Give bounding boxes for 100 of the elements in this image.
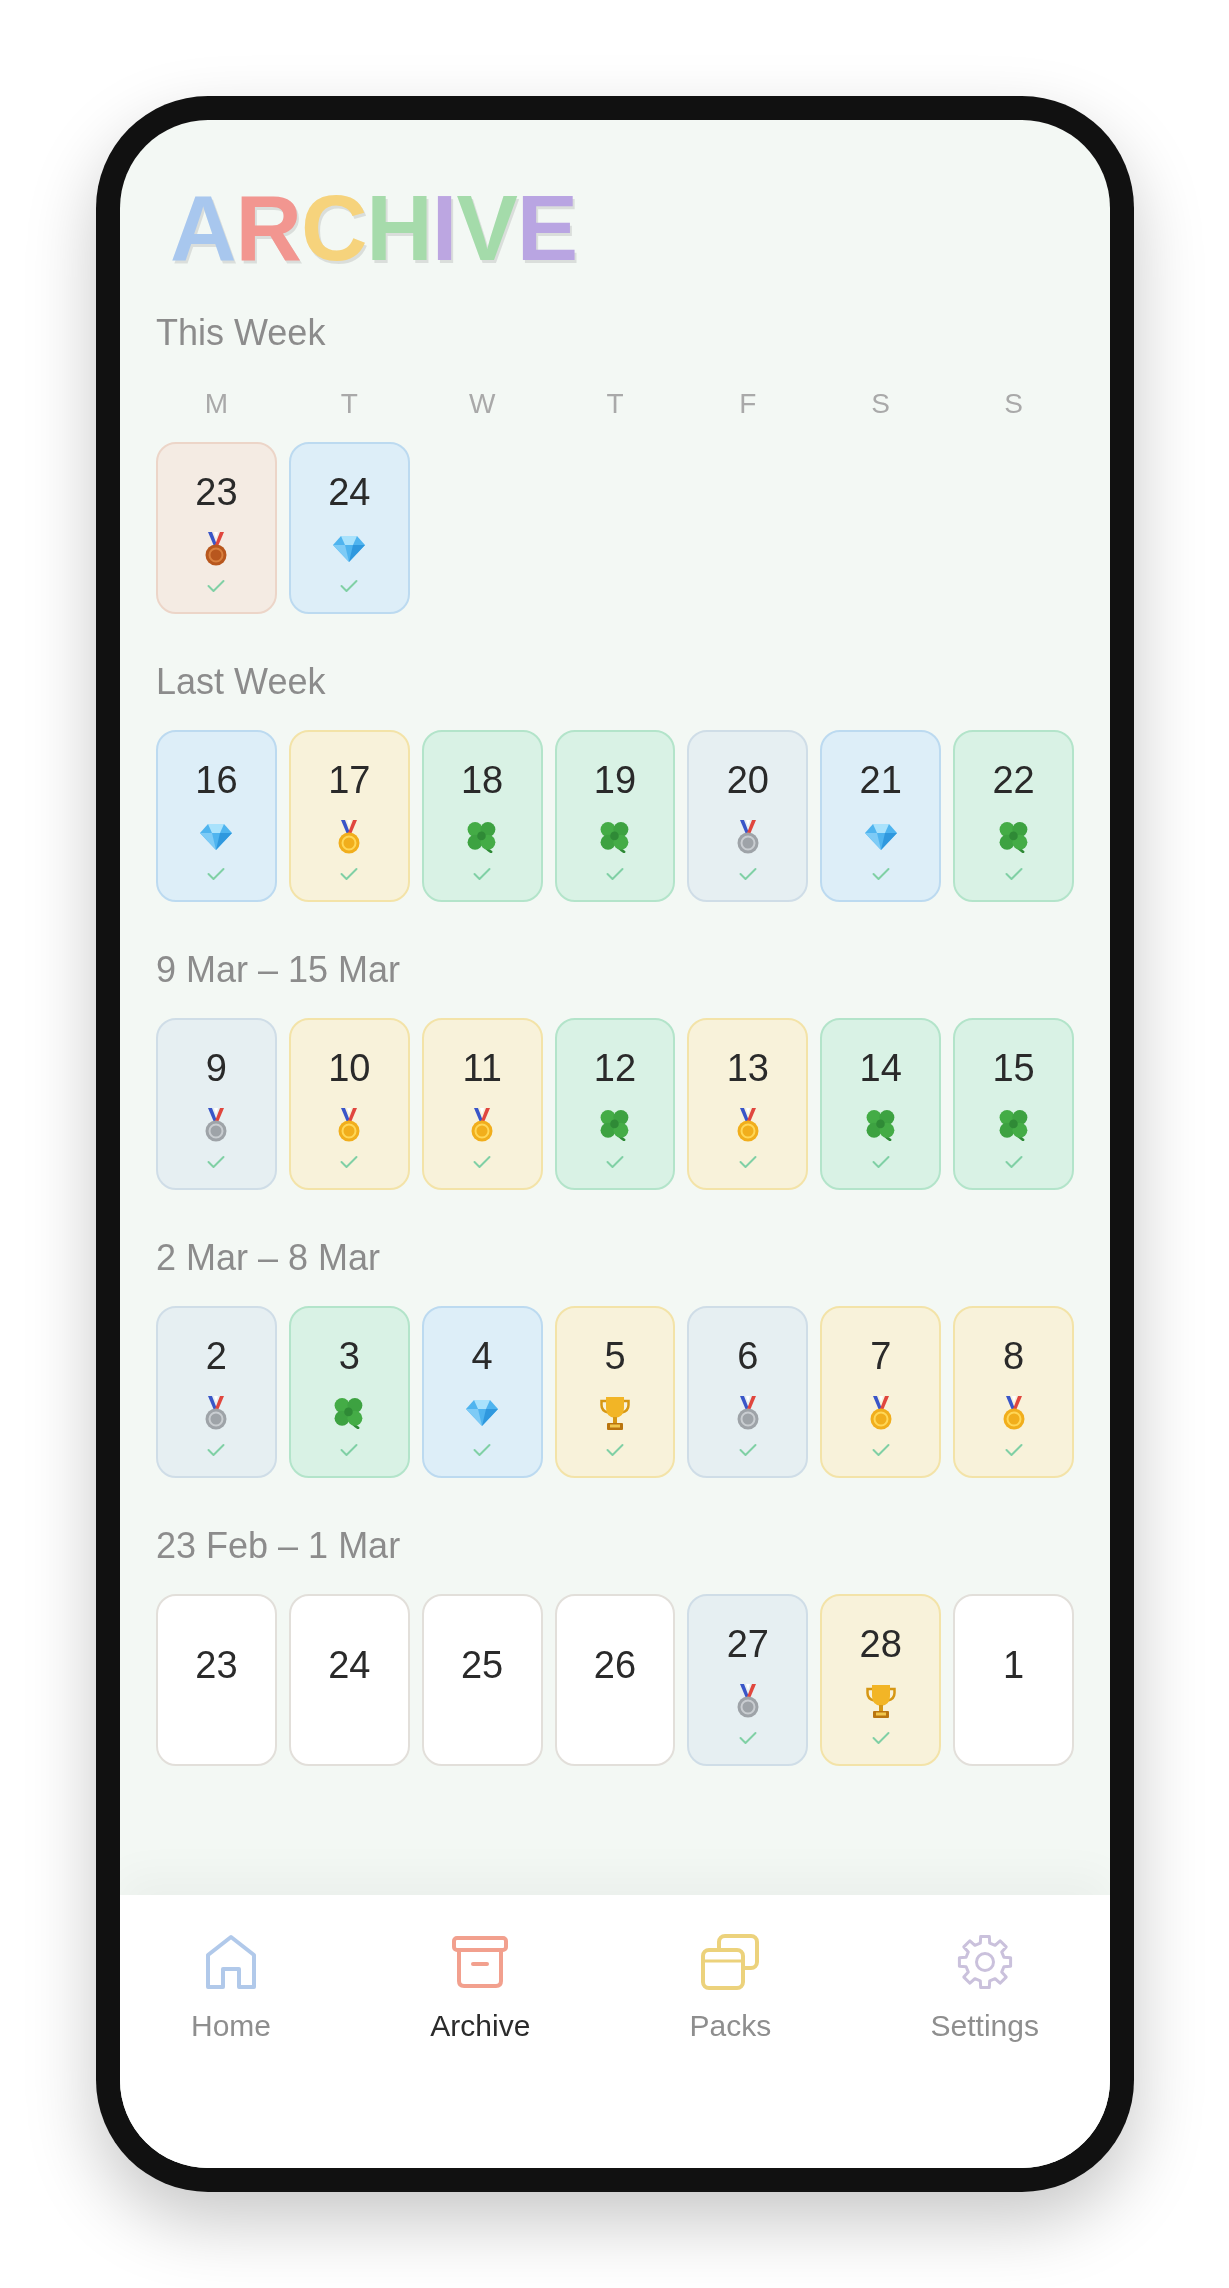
weekday-label: W (468, 390, 496, 418)
day-card[interactable]: 5 (554, 1306, 676, 1478)
day-card[interactable]: 26 (554, 1594, 676, 1766)
check-icon (1004, 1155, 1023, 1169)
check-icon (340, 1443, 359, 1457)
day-number: 19 (593, 761, 637, 799)
day-number: 3 (338, 1337, 360, 1375)
day-number: 7 (870, 1337, 892, 1375)
day-card[interactable]: 23 (156, 1594, 277, 1766)
day-card[interactable]: 19 (554, 730, 676, 902)
medal-icon (869, 1396, 892, 1430)
day-card[interactable]: 27 (687, 1594, 809, 1766)
week-heading: Last Week (156, 664, 326, 700)
weekday-label: T (606, 390, 624, 418)
check-icon (207, 1155, 226, 1169)
check-icon (871, 1155, 890, 1169)
day-card[interactable]: 17 (288, 730, 410, 902)
day-number: 21 (859, 761, 902, 799)
day-card[interactable]: 16 (156, 730, 277, 902)
check-icon (1004, 867, 1023, 881)
week-heading: 23 Feb – 1 Mar (156, 1528, 401, 1564)
clover-icon (600, 821, 630, 853)
check-icon (1004, 1443, 1023, 1457)
weekday-label: F (739, 390, 757, 418)
check-icon (738, 867, 757, 881)
day-card[interactable]: 2 (156, 1306, 277, 1478)
weekday-label: S (1004, 390, 1023, 418)
medal-icon (736, 820, 759, 854)
clover-icon (600, 1109, 630, 1141)
archive-box-icon (451, 1935, 510, 1989)
day-card[interactable]: 24 (288, 1594, 410, 1766)
weekday-label: T (340, 390, 358, 418)
check-icon (340, 1155, 359, 1169)
day-card[interactable]: 11 (421, 1018, 543, 1190)
check-icon (340, 579, 359, 593)
week-heading: 2 Mar – 8 Mar (156, 1240, 381, 1276)
day-number: 2 (205, 1337, 227, 1375)
weekday-label: S (871, 390, 891, 418)
day-card[interactable]: 20 (687, 730, 809, 902)
day-number: 10 (328, 1049, 371, 1087)
medal-icon (205, 1396, 228, 1430)
medal-icon (338, 1108, 361, 1142)
day-number: 17 (328, 761, 371, 799)
gem-icon (466, 1400, 499, 1426)
trophy-icon (864, 1684, 897, 1718)
day-number: 18 (461, 761, 504, 799)
medal-icon (736, 1396, 759, 1430)
day-number: 12 (593, 1049, 637, 1087)
day-card[interactable]: 12 (554, 1018, 676, 1190)
day-number: 26 (593, 1646, 637, 1684)
day-card[interactable]: 13 (687, 1018, 809, 1190)
trophy-icon (599, 1396, 631, 1430)
medal-icon (338, 820, 361, 854)
stacked-cards-icon (701, 1934, 760, 1990)
check-icon (473, 1443, 492, 1457)
day-card[interactable]: 3 (288, 1306, 410, 1478)
day-card[interactable]: 6 (687, 1306, 809, 1478)
nav-tab[interactable]: Archive (430, 1933, 531, 2041)
day-number: 6 (737, 1337, 759, 1375)
check-icon (207, 579, 226, 593)
day-card[interactable]: 14 (820, 1018, 942, 1190)
day-number: 16 (195, 761, 238, 799)
medal-icon (205, 532, 228, 566)
day-card[interactable]: 4 (421, 1306, 543, 1478)
day-card[interactable]: 8 (953, 1306, 1074, 1478)
day-card[interactable]: 22 (953, 730, 1074, 902)
day-number: 23 (195, 473, 238, 511)
page-title: ARCHIVE (170, 182, 578, 274)
clover-icon (998, 1109, 1029, 1141)
check-icon (207, 1443, 226, 1457)
medal-icon (471, 1108, 494, 1142)
day-card[interactable]: 28 (820, 1594, 942, 1766)
day-card[interactable]: 7 (820, 1306, 942, 1478)
day-card[interactable]: 18 (421, 730, 543, 902)
check-icon (738, 1443, 757, 1457)
day-card[interactable]: 24 (288, 442, 410, 614)
check-icon (606, 867, 624, 881)
medal-icon (736, 1684, 759, 1718)
day-number: 9 (205, 1049, 227, 1087)
day-number: 27 (726, 1625, 769, 1663)
check-icon (207, 867, 226, 881)
day-card[interactable]: 15 (953, 1018, 1074, 1190)
check-icon (871, 867, 890, 881)
day-card[interactable]: 10 (288, 1018, 410, 1190)
day-number: 25 (461, 1646, 504, 1684)
day-card[interactable]: 21 (820, 730, 942, 902)
gem-icon (333, 536, 366, 562)
day-number: 5 (604, 1337, 626, 1375)
day-card[interactable]: 23 (156, 442, 277, 614)
gem-icon (864, 824, 897, 850)
check-icon (871, 1731, 890, 1745)
weekday-label: M (204, 390, 229, 418)
check-icon (606, 1155, 624, 1169)
clover-icon (865, 1109, 896, 1141)
day-card[interactable]: 25 (421, 1594, 543, 1766)
medal-icon (205, 1108, 228, 1142)
day-card[interactable]: 9 (156, 1018, 277, 1190)
day-number: 15 (992, 1049, 1035, 1087)
day-number: 24 (328, 473, 371, 511)
day-card[interactable]: 1 (953, 1594, 1074, 1766)
